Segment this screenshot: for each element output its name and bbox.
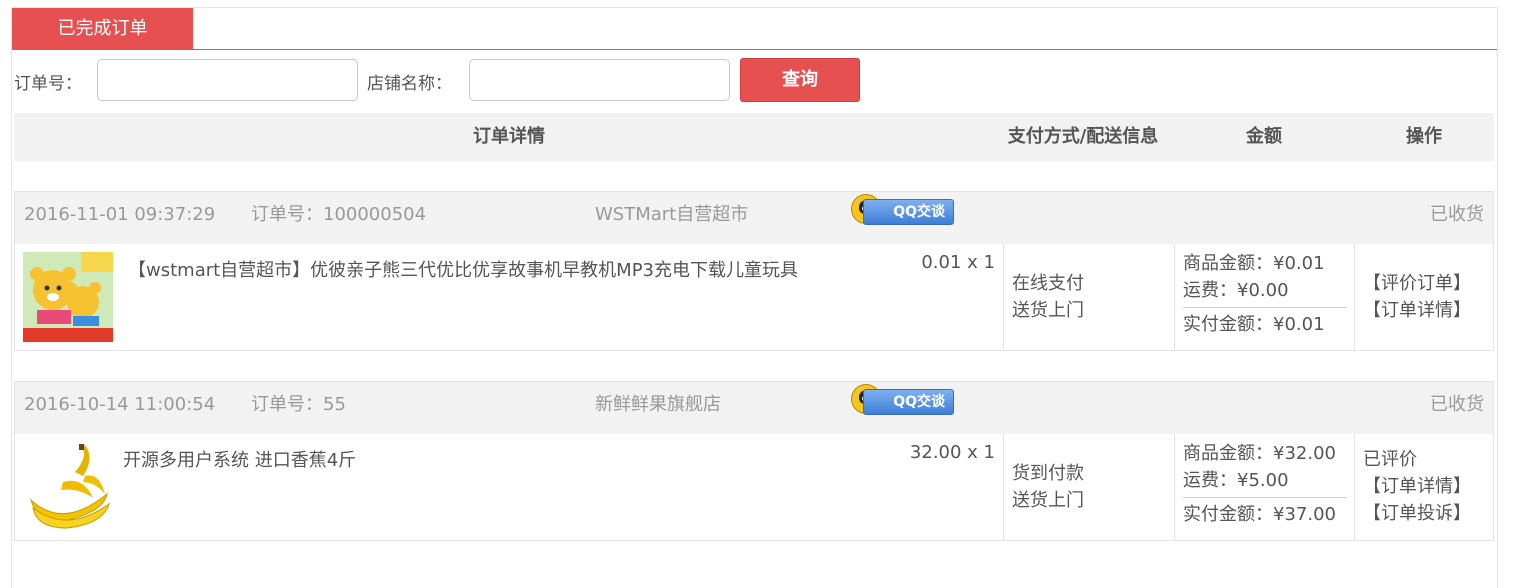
payment-method: 在线支付 [1012, 273, 1084, 294]
qq-chat-label: QQ交谈 [863, 199, 954, 225]
goods-quantity: 0.01 x 1 [921, 252, 995, 273]
qq-chat-button[interactable]: QQ交谈 [851, 384, 955, 416]
goods-name[interactable]: 【wstmart自营超市】优彼亲子熊三代优比优享故事机早教机MP3充电下载儿童玩… [128, 256, 798, 282]
order-detail-link[interactable]: 【订单详情】 [1363, 297, 1471, 324]
actions-cell: 【评价订单】 【订单详情】 [1354, 244, 1493, 350]
order-detail-link[interactable]: 【订单详情】 [1363, 473, 1471, 500]
goods-amount: 商品金额：¥0.01 [1183, 253, 1325, 274]
order-body: 【wstmart自营超市】优彼亲子熊三代优比优享故事机早教机MP3充电下载儿童玩… [15, 244, 1493, 350]
order-card: 2016-11-01 09:37:29 订单号：100000504 WSTMar… [14, 191, 1494, 351]
paid-amount: 实付金额：¥37.00 [1183, 497, 1347, 528]
order-time: 2016-11-01 09:37:29 [24, 204, 216, 225]
delivery-method: 送货上门 [1012, 300, 1084, 321]
goods-name[interactable]: 开源多用户系统 进口香蕉4斤 [123, 446, 356, 472]
amount-cell: 商品金额：¥32.00 运费：¥5.00 实付金额：¥37.00 [1174, 434, 1354, 540]
header-order-detail: 订单详情 [473, 126, 545, 147]
payment-cell: 货到付款 送货上门 [1003, 434, 1174, 540]
actions-cell: 已评价 【订单详情】 【订单投诉】 [1354, 434, 1493, 540]
banana-icon[interactable] [23, 442, 113, 532]
goods-cell: 【wstmart自营超市】优彼亲子熊三代优比优享故事机早教机MP3充电下载儿童玩… [15, 244, 1003, 350]
freight-amount: 运费：¥0.00 [1183, 280, 1289, 301]
order-card: 2016-10-14 11:00:54 订单号：55 新鲜鲜果旗舰店 QQ交谈 … [14, 381, 1494, 541]
qq-chat-label: QQ交谈 [863, 389, 954, 415]
bear-toy-icon[interactable] [23, 252, 113, 342]
search-button[interactable]: 查询 [740, 58, 860, 102]
reviewed-status: 已评价 [1363, 449, 1417, 470]
amount-cell: 商品金额：¥0.01 运费：¥0.00 实付金额：¥0.01 [1174, 244, 1354, 350]
order-no-input[interactable] [97, 59, 358, 101]
payment-cell: 在线支付 送货上门 [1003, 244, 1174, 350]
goods-amount: 商品金额：¥32.00 [1183, 443, 1336, 464]
order-number: 订单号：100000504 [251, 204, 427, 225]
qq-chat-button[interactable]: QQ交谈 [851, 194, 955, 226]
order-number: 订单号：55 [251, 394, 346, 415]
table-header: 订单详情 支付方式/配送信息 金额 操作 [14, 113, 1494, 161]
order-status: 已收货 [1430, 204, 1484, 225]
shop-name[interactable]: 新鲜鲜果旗舰店 [595, 382, 721, 428]
delivery-method: 送货上门 [1012, 490, 1084, 511]
shop-name-label: 店铺名称： [367, 74, 452, 94]
header-actions: 操作 [1406, 126, 1442, 147]
goods-cell: 开源多用户系统 进口香蕉4斤 32.00 x 1 [15, 434, 1003, 540]
header-payment-delivery: 支付方式/配送信息 [1007, 126, 1159, 147]
order-complaint-link[interactable]: 【订单投诉】 [1363, 500, 1471, 527]
order-time: 2016-10-14 11:00:54 [24, 394, 216, 415]
shop-name[interactable]: WSTMart自营超市 [595, 192, 748, 238]
order-no-label: 订单号： [14, 74, 82, 94]
order-body: 开源多用户系统 进口香蕉4斤 32.00 x 1 货到付款 送货上门 商品金额：… [15, 434, 1493, 540]
tab-completed-orders[interactable]: 已完成订单 [12, 8, 193, 50]
payment-method: 货到付款 [1012, 463, 1084, 484]
tab-bar: 已完成订单 [12, 8, 1497, 50]
order-header: 2016-11-01 09:37:29 订单号：100000504 WSTMar… [15, 192, 1493, 244]
freight-amount: 运费：¥5.00 [1183, 470, 1289, 491]
order-header: 2016-10-14 11:00:54 订单号：55 新鲜鲜果旗舰店 QQ交谈 … [15, 382, 1493, 434]
review-order-link[interactable]: 【评价订单】 [1363, 270, 1471, 297]
shop-name-input[interactable] [469, 59, 730, 101]
goods-quantity: 32.00 x 1 [909, 442, 995, 463]
header-amount: 金额 [1246, 126, 1282, 147]
completed-orders-panel: 已完成订单 订单号： 店铺名称： 查询 订单详情 支付方式/配送信息 金额 操作… [11, 7, 1498, 588]
order-status: 已收货 [1430, 394, 1484, 415]
paid-amount: 实付金额：¥0.01 [1183, 307, 1347, 338]
